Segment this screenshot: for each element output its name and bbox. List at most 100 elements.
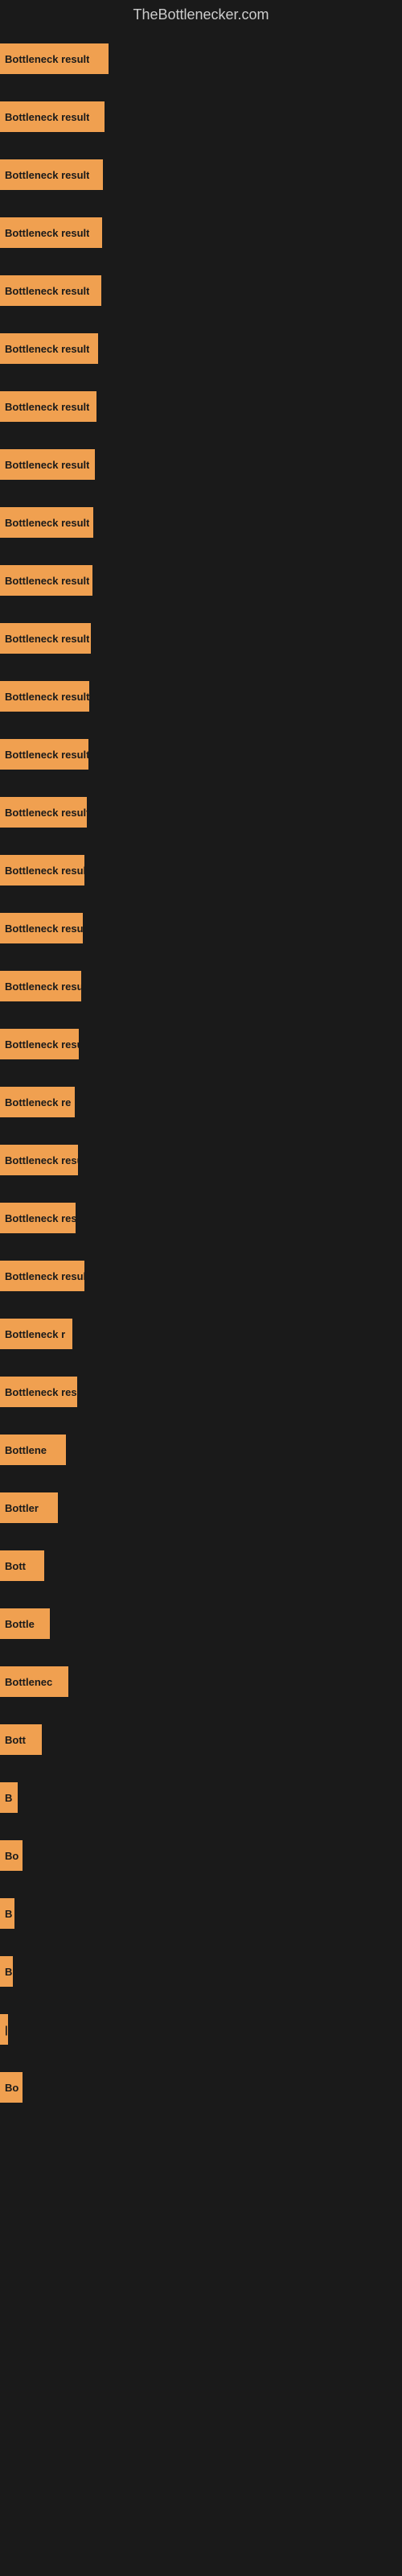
bar-label-16: Bottleneck result (5, 980, 81, 993)
bar-label-26: Bott (5, 1560, 26, 1572)
bar-3: Bottleneck result (0, 217, 102, 248)
bar-label-34: | (5, 2024, 8, 2036)
bar-label-33: B (5, 1966, 12, 1978)
bar-row-23: Bottleneck resu (0, 1363, 402, 1421)
bar-label-5: Bottleneck result (5, 343, 89, 355)
bar-row-14: Bottleneck result (0, 841, 402, 899)
bar-2: Bottleneck result (0, 159, 103, 190)
bar-label-17: Bottleneck resu (5, 1038, 79, 1051)
bar-label-21: Bottleneck result (5, 1270, 84, 1282)
bar-row-32: B (0, 1885, 402, 1942)
bar-32: B (0, 1898, 14, 1929)
bar-label-29: Bott (5, 1734, 26, 1746)
bar-15: Bottleneck result (0, 913, 83, 943)
bar-5: Bottleneck result (0, 333, 98, 364)
bar-label-7: Bottleneck result (5, 459, 89, 471)
bar-row-9: Bottleneck result (0, 551, 402, 609)
bar-row-24: Bottlene (0, 1421, 402, 1479)
bar-label-24: Bottlene (5, 1444, 47, 1456)
bar-row-13: Bottleneck result (0, 783, 402, 841)
bar-22: Bottleneck r (0, 1319, 72, 1349)
bar-row-10: Bottleneck result (0, 609, 402, 667)
bar-label-22: Bottleneck r (5, 1328, 65, 1340)
bar-label-8: Bottleneck result (5, 517, 89, 529)
bar-label-0: Bottleneck result (5, 53, 89, 65)
bar-17: Bottleneck resu (0, 1029, 79, 1059)
bar-row-11: Bottleneck result (0, 667, 402, 725)
bar-row-5: Bottleneck result (0, 320, 402, 378)
bar-row-1: Bottleneck result (0, 88, 402, 146)
bar-row-27: Bottle (0, 1595, 402, 1653)
bar-19: Bottleneck resu (0, 1145, 78, 1175)
bar-label-12: Bottleneck result (5, 749, 88, 761)
bar-row-21: Bottleneck result (0, 1247, 402, 1305)
bar-label-14: Bottleneck result (5, 865, 84, 877)
site-title: TheBottlenecker.com (0, 0, 402, 30)
bar-28: Bottlenec (0, 1666, 68, 1697)
bar-26: Bott (0, 1550, 44, 1581)
bar-row-30: B (0, 1769, 402, 1827)
bar-1: Bottleneck result (0, 101, 105, 132)
bar-row-12: Bottleneck result (0, 725, 402, 783)
bar-row-19: Bottleneck resu (0, 1131, 402, 1189)
bar-10: Bottleneck result (0, 623, 91, 654)
bar-row-29: Bott (0, 1711, 402, 1769)
bar-label-25: Bottler (5, 1502, 39, 1514)
bar-label-23: Bottleneck resu (5, 1386, 77, 1398)
bar-row-15: Bottleneck result (0, 899, 402, 957)
bar-row-34: | (0, 2000, 402, 2058)
bar-7: Bottleneck result (0, 449, 95, 480)
bar-14: Bottleneck result (0, 855, 84, 886)
bar-label-27: Bottle (5, 1618, 35, 1630)
bar-label-18: Bottleneck re (5, 1096, 71, 1108)
bar-label-35: Bo (5, 2082, 18, 2094)
bar-9: Bottleneck result (0, 565, 92, 596)
bar-row-7: Bottleneck result (0, 436, 402, 493)
bar-27: Bottle (0, 1608, 50, 1639)
bar-30: B (0, 1782, 18, 1813)
bar-label-10: Bottleneck result (5, 633, 89, 645)
bar-label-30: B (5, 1792, 12, 1804)
bar-row-20: Bottleneck res (0, 1189, 402, 1247)
bar-row-18: Bottleneck re (0, 1073, 402, 1131)
bar-row-0: Bottleneck result (0, 30, 402, 88)
bar-4: Bottleneck result (0, 275, 101, 306)
bar-row-17: Bottleneck resu (0, 1015, 402, 1073)
bar-row-8: Bottleneck result (0, 493, 402, 551)
bar-label-11: Bottleneck result (5, 691, 89, 703)
bar-row-16: Bottleneck result (0, 957, 402, 1015)
bar-label-19: Bottleneck resu (5, 1154, 78, 1166)
bar-label-20: Bottleneck res (5, 1212, 76, 1224)
bar-label-31: Bo (5, 1850, 18, 1862)
bar-35: Bo (0, 2072, 23, 2103)
bar-label-28: Bottlenec (5, 1676, 52, 1688)
bar-33: B (0, 1956, 13, 1987)
bar-29: Bott (0, 1724, 42, 1755)
bar-6: Bottleneck result (0, 391, 96, 422)
bar-13: Bottleneck result (0, 797, 87, 828)
bar-row-4: Bottleneck result (0, 262, 402, 320)
bar-20: Bottleneck res (0, 1203, 76, 1233)
bar-row-26: Bott (0, 1537, 402, 1595)
bar-label-6: Bottleneck result (5, 401, 89, 413)
bar-label-2: Bottleneck result (5, 169, 89, 181)
bar-11: Bottleneck result (0, 681, 89, 712)
bar-row-33: B (0, 1942, 402, 2000)
bar-34: | (0, 2014, 8, 2045)
bar-row-2: Bottleneck result (0, 146, 402, 204)
bar-24: Bottlene (0, 1435, 66, 1465)
bar-row-25: Bottler (0, 1479, 402, 1537)
bar-label-4: Bottleneck result (5, 285, 89, 297)
bar-31: Bo (0, 1840, 23, 1871)
bar-0: Bottleneck result (0, 43, 109, 74)
bar-row-28: Bottlenec (0, 1653, 402, 1711)
bar-row-22: Bottleneck r (0, 1305, 402, 1363)
bar-25: Bottler (0, 1492, 58, 1523)
bar-16: Bottleneck result (0, 971, 81, 1001)
bar-row-6: Bottleneck result (0, 378, 402, 436)
bar-18: Bottleneck re (0, 1087, 75, 1117)
bar-23: Bottleneck resu (0, 1377, 77, 1407)
bar-row-35: Bo (0, 2058, 402, 2116)
bar-row-3: Bottleneck result (0, 204, 402, 262)
bar-label-1: Bottleneck result (5, 111, 89, 123)
